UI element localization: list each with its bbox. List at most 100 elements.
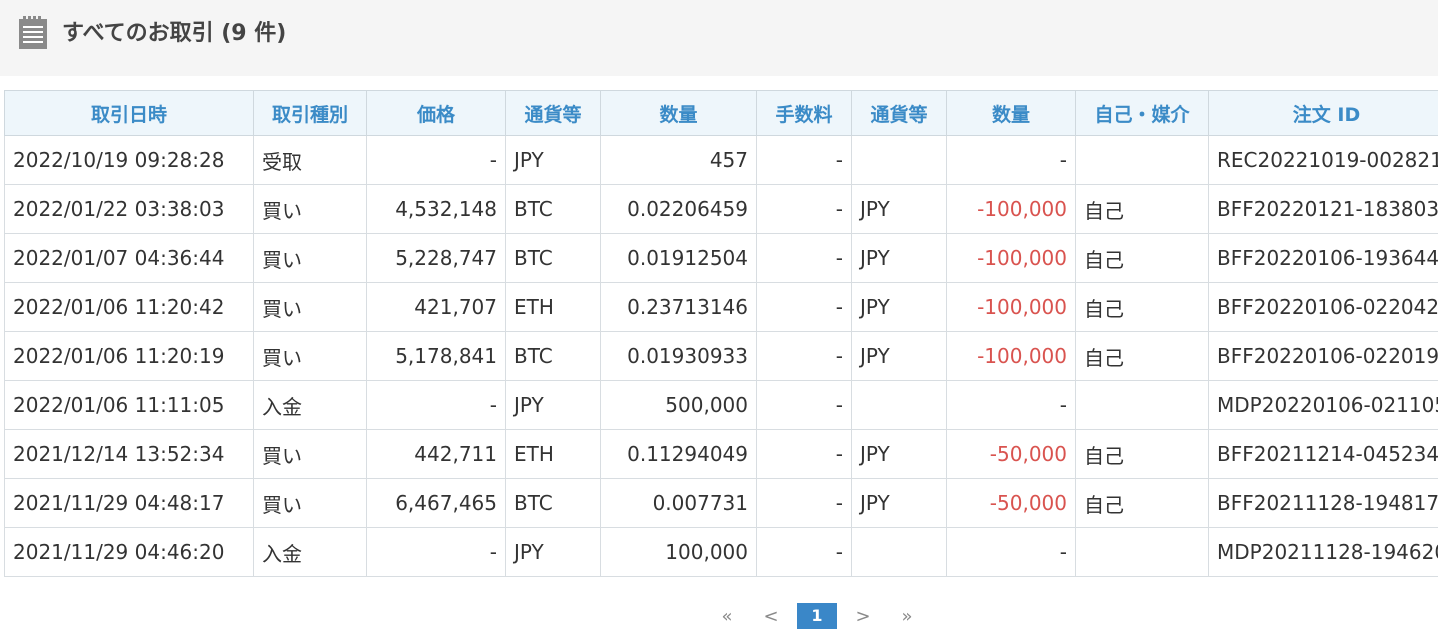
table-cell: -100,000 — [946, 184, 1076, 234]
table-cell: BFF20211214-045234 — [1208, 429, 1438, 479]
table-cell: - — [756, 282, 852, 332]
table-row: 2022/10/19 09:28:28 受取 - JPY 457- - REC2022101… — [4, 135, 1438, 185]
table-cell: 500,000 — [600, 380, 757, 430]
table-cell: - — [366, 527, 506, 577]
table-cell: 入金 — [253, 380, 367, 430]
table-cell: - — [366, 135, 506, 185]
table-cell: MDP20211128-194620 — [1208, 527, 1438, 577]
table-cell: 買い — [253, 429, 367, 479]
table-cell: 5,178,841 — [366, 331, 506, 381]
table-cell: BTC — [505, 478, 601, 528]
page-header: すべてのお取引 (9 件) — [0, 0, 1438, 76]
table-cell: JPY — [851, 429, 947, 479]
table-cell: BTC — [505, 331, 601, 381]
table-cell: BFF20220106-022019 — [1208, 331, 1438, 381]
column-header: 数量 — [946, 90, 1076, 136]
table-cell: - — [946, 135, 1076, 185]
last-page-button[interactable]: » — [885, 606, 929, 627]
table-cell: 2022/01/22 03:38:03 — [4, 184, 254, 234]
table-cell: 2022/01/06 11:11:05 — [4, 380, 254, 430]
column-header: 数量 — [600, 90, 757, 136]
table-cell: 421,707 — [366, 282, 506, 332]
table-cell — [1075, 527, 1209, 577]
first-page-button[interactable]: « — [705, 606, 749, 627]
next-page-button[interactable]: > — [841, 606, 885, 627]
table-cell — [1075, 135, 1209, 185]
table-cell: -100,000 — [946, 331, 1076, 381]
table-cell: 4,532,148 — [366, 184, 506, 234]
table-row: 2022/01/06 11:20:42 買い 421,707 ETH 0.2371314… — [4, 282, 1438, 332]
table-cell: JPY — [505, 380, 601, 430]
table-cell: 0.01930933 — [600, 331, 757, 381]
table-cell: ETH — [505, 429, 601, 479]
table-cell: 5,228,747 — [366, 233, 506, 283]
current-page-button[interactable]: 1 — [797, 603, 837, 629]
table-cell: 442,711 — [366, 429, 506, 479]
pagination: « < 1 > » — [705, 603, 929, 629]
table-cell: JPY — [851, 331, 947, 381]
table-cell: 入金 — [253, 527, 367, 577]
table-cell: 457 — [600, 135, 757, 185]
table-cell: MDP20220106-021105 — [1208, 380, 1438, 430]
table-cell: 2022/01/07 04:36:44 — [4, 233, 254, 283]
column-header: 取引種別 — [253, 90, 367, 136]
table-cell: - — [756, 184, 852, 234]
table-cell: 2021/11/29 04:48:17 — [4, 478, 254, 528]
table-header-row: 取引日時 取引種別 価格 通貨等 数量 手数料 通貨等 数量 自己・媒介 注文 ID — [4, 90, 1438, 136]
table-cell: JPY — [505, 135, 601, 185]
table-cell: - — [756, 527, 852, 577]
table-cell: 0.01912504 — [600, 233, 757, 283]
page-title: すべてのお取引 (9 件) — [62, 21, 287, 46]
table-cell: - — [756, 478, 852, 528]
table-cell: 自己 — [1075, 478, 1209, 528]
table-cell: 2022/01/06 11:20:42 — [4, 282, 254, 332]
table-cell: - — [946, 380, 1076, 430]
table-row: 2021/11/29 04:46:20 入金 - JPY 100,000- - MDP202… — [4, 527, 1438, 577]
table-cell: 2022/01/06 11:20:19 — [4, 331, 254, 381]
table-row: 2021/12/14 13:52:34 買い 442,711 ETH 0.1129404… — [4, 429, 1438, 479]
table-cell: JPY — [851, 478, 947, 528]
table-cell: 2021/11/29 04:46:20 — [4, 527, 254, 577]
table-cell: JPY — [505, 527, 601, 577]
table-row: 2022/01/07 04:36:44 買い 5,228,747 BTC 0.01912… — [4, 233, 1438, 283]
prev-page-button[interactable]: < — [749, 606, 793, 627]
table-cell: BFF20220106-193644 — [1208, 233, 1438, 283]
table-cell: - — [756, 135, 852, 185]
table-row: 2022/01/06 11:11:05 入金 - JPY 500,000- - MDP202… — [4, 380, 1438, 430]
table-cell: JPY — [851, 184, 947, 234]
document-icon — [19, 16, 47, 49]
table-cell: 自己 — [1075, 331, 1209, 381]
column-header: 通貨等 — [851, 90, 947, 136]
table-cell: 6,467,465 — [366, 478, 506, 528]
table-cell: 自己 — [1075, 233, 1209, 283]
table-cell — [1075, 380, 1209, 430]
table-cell: JPY — [851, 233, 947, 283]
column-header: 手数料 — [756, 90, 852, 136]
table-cell: 買い — [253, 233, 367, 283]
table-row: 2021/11/29 04:48:17 買い 6,467,465 BTC 0.00773… — [4, 478, 1438, 528]
table-cell: 買い — [253, 282, 367, 332]
table-cell: REC20221019-002821 — [1208, 135, 1438, 185]
table-cell: BTC — [505, 184, 601, 234]
table-cell: 100,000 — [600, 527, 757, 577]
column-header: 取引日時 — [4, 90, 254, 136]
table-cell: 0.007731 — [600, 478, 757, 528]
table-cell: - — [756, 429, 852, 479]
table-cell: 買い — [253, 331, 367, 381]
table-cell: 0.11294049 — [600, 429, 757, 479]
table-row: 2022/01/06 11:20:19 買い 5,178,841 BTC 0.01930… — [4, 331, 1438, 381]
table-cell: -100,000 — [946, 282, 1076, 332]
table-cell: - — [756, 331, 852, 381]
table-cell: -100,000 — [946, 233, 1076, 283]
table-cell: 自己 — [1075, 429, 1209, 479]
column-header: 価格 — [366, 90, 506, 136]
table-cell: BFF20220106-022042 — [1208, 282, 1438, 332]
table-cell: 受取 — [253, 135, 367, 185]
table-cell: BFF20211128-194817 — [1208, 478, 1438, 528]
table-cell: 0.02206459 — [600, 184, 757, 234]
table-cell: - — [366, 380, 506, 430]
table-cell: ETH — [505, 282, 601, 332]
table-cell: 0.23713146 — [600, 282, 757, 332]
table-cell: -50,000 — [946, 429, 1076, 479]
table-cell — [851, 527, 947, 577]
